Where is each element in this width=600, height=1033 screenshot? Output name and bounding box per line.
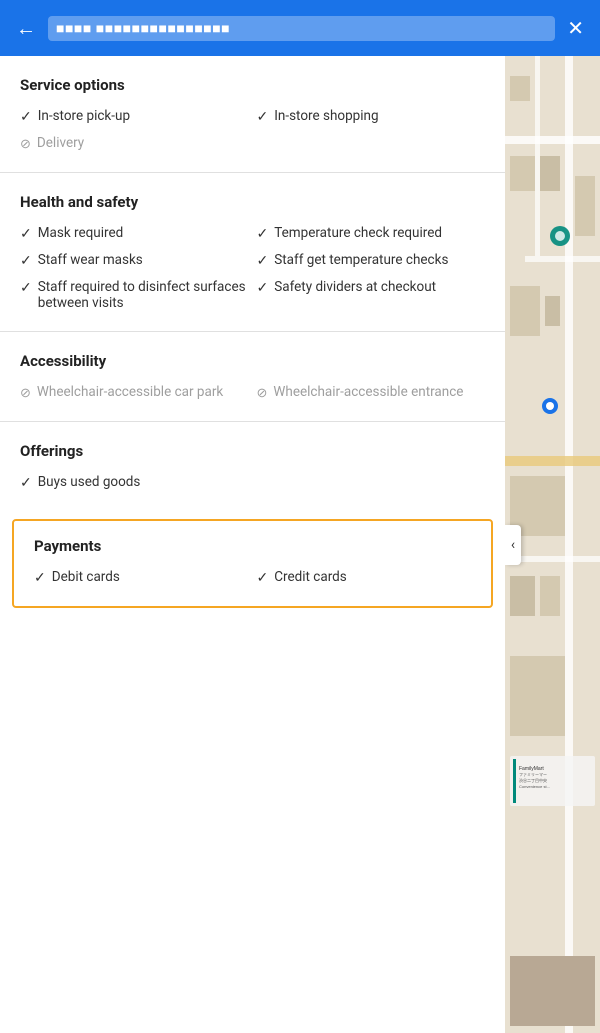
- header-title: ■■■■ ■■■■■■■■■■■■■■■: [48, 16, 555, 41]
- list-item: ✓ Staff wear masks: [20, 252, 249, 269]
- item-label: In-store shopping: [274, 108, 378, 124]
- back-button[interactable]: ←: [16, 16, 36, 41]
- item-label: Credit cards: [274, 569, 347, 585]
- check-icon: ✓: [257, 253, 269, 269]
- list-item: ✓ Safety dividers at checkout: [257, 279, 486, 311]
- section-title-accessibility: Accessibility: [20, 352, 485, 370]
- unavailable-icon: ⊘: [257, 386, 268, 401]
- map-background: ‹: [505, 56, 600, 1033]
- svg-text:ファミリーマー: ファミリーマー: [519, 772, 547, 777]
- item-label: Staff get temperature checks: [274, 252, 448, 268]
- unavailable-icon: ⊘: [20, 386, 31, 401]
- item-label: Mask required: [38, 225, 124, 241]
- list-item: ✓ Staff get temperature checks: [257, 252, 486, 269]
- unavailable-icon: ⊘: [20, 137, 31, 152]
- svg-text:渋谷二丁目中央: 渋谷二丁目中央: [519, 777, 547, 783]
- section-title-offerings: Offerings: [20, 442, 485, 460]
- check-icon: ✓: [20, 109, 32, 125]
- item-label: In-store pick-up: [38, 108, 130, 124]
- item-label: Safety dividers at checkout: [274, 279, 436, 295]
- item-label: Staff required to disinfect surfaces bet…: [38, 279, 249, 311]
- svg-text:Convenience st...: Convenience st...: [519, 784, 550, 789]
- chevron-left-icon: ‹: [511, 537, 515, 553]
- list-item: ⊘ Wheelchair-accessible car park: [20, 384, 249, 401]
- section-service-options: Service options ✓ In-store pick-up ✓ In-stor…: [0, 56, 505, 173]
- section-title-health-safety: Health and safety: [20, 193, 485, 211]
- list-item: ✓ Temperature check required: [257, 225, 486, 242]
- check-icon: ✓: [257, 109, 269, 125]
- close-button[interactable]: ✕: [567, 16, 584, 40]
- check-icon: ✓: [257, 226, 269, 242]
- list-item: ✓ Buys used goods: [20, 474, 485, 491]
- list-item: ✓ Mask required: [20, 225, 249, 242]
- check-icon: ✓: [34, 570, 46, 586]
- list-item: ✓ Debit cards: [34, 569, 249, 586]
- section-title-service-options: Service options: [20, 76, 485, 94]
- section-health-safety: Health and safety ✓ Mask required ✓ Temperat…: [0, 173, 505, 332]
- check-icon: ✓: [20, 226, 32, 242]
- payments-section: Payments ✓ Debit cards ✓ Credit cards: [12, 519, 493, 608]
- item-label: Wheelchair-accessible entrance: [273, 384, 463, 400]
- header: ← ■■■■ ■■■■■■■■■■■■■■■ ✕: [0, 0, 600, 56]
- check-icon: ✓: [20, 280, 32, 296]
- list-item: ✓ Staff required to disinfect surfaces be…: [20, 279, 249, 311]
- content-panel: Service options ✓ In-store pick-up ✓ In-stor…: [0, 56, 505, 1033]
- item-label: Delivery: [37, 135, 84, 151]
- check-icon: ✓: [257, 280, 269, 296]
- list-item: ⊘ Wheelchair-accessible entrance: [257, 384, 486, 401]
- section-accessibility: Accessibility ⊘ Wheelchair-accessible car …: [0, 332, 505, 422]
- item-label: Temperature check required: [274, 225, 442, 241]
- item-label: Wheelchair-accessible car park: [37, 384, 223, 400]
- section-offerings: Offerings ✓ Buys used goods: [0, 422, 505, 511]
- item-label: Staff wear masks: [38, 252, 143, 268]
- list-item: ✓ In-store shopping: [257, 108, 486, 125]
- check-icon: ✓: [20, 253, 32, 269]
- list-item: ✓ Credit cards: [257, 569, 472, 586]
- payments-title: Payments: [34, 537, 471, 555]
- item-label: Buys used goods: [38, 474, 141, 490]
- map-panel: ‹: [505, 56, 600, 1033]
- check-icon: ✓: [257, 570, 269, 586]
- check-icon: ✓: [20, 475, 32, 491]
- map-collapse-button[interactable]: ‹: [505, 525, 521, 565]
- list-item: ✓ In-store pick-up: [20, 108, 249, 125]
- list-item: ⊘ Delivery: [20, 135, 249, 152]
- item-label: Debit cards: [52, 569, 120, 585]
